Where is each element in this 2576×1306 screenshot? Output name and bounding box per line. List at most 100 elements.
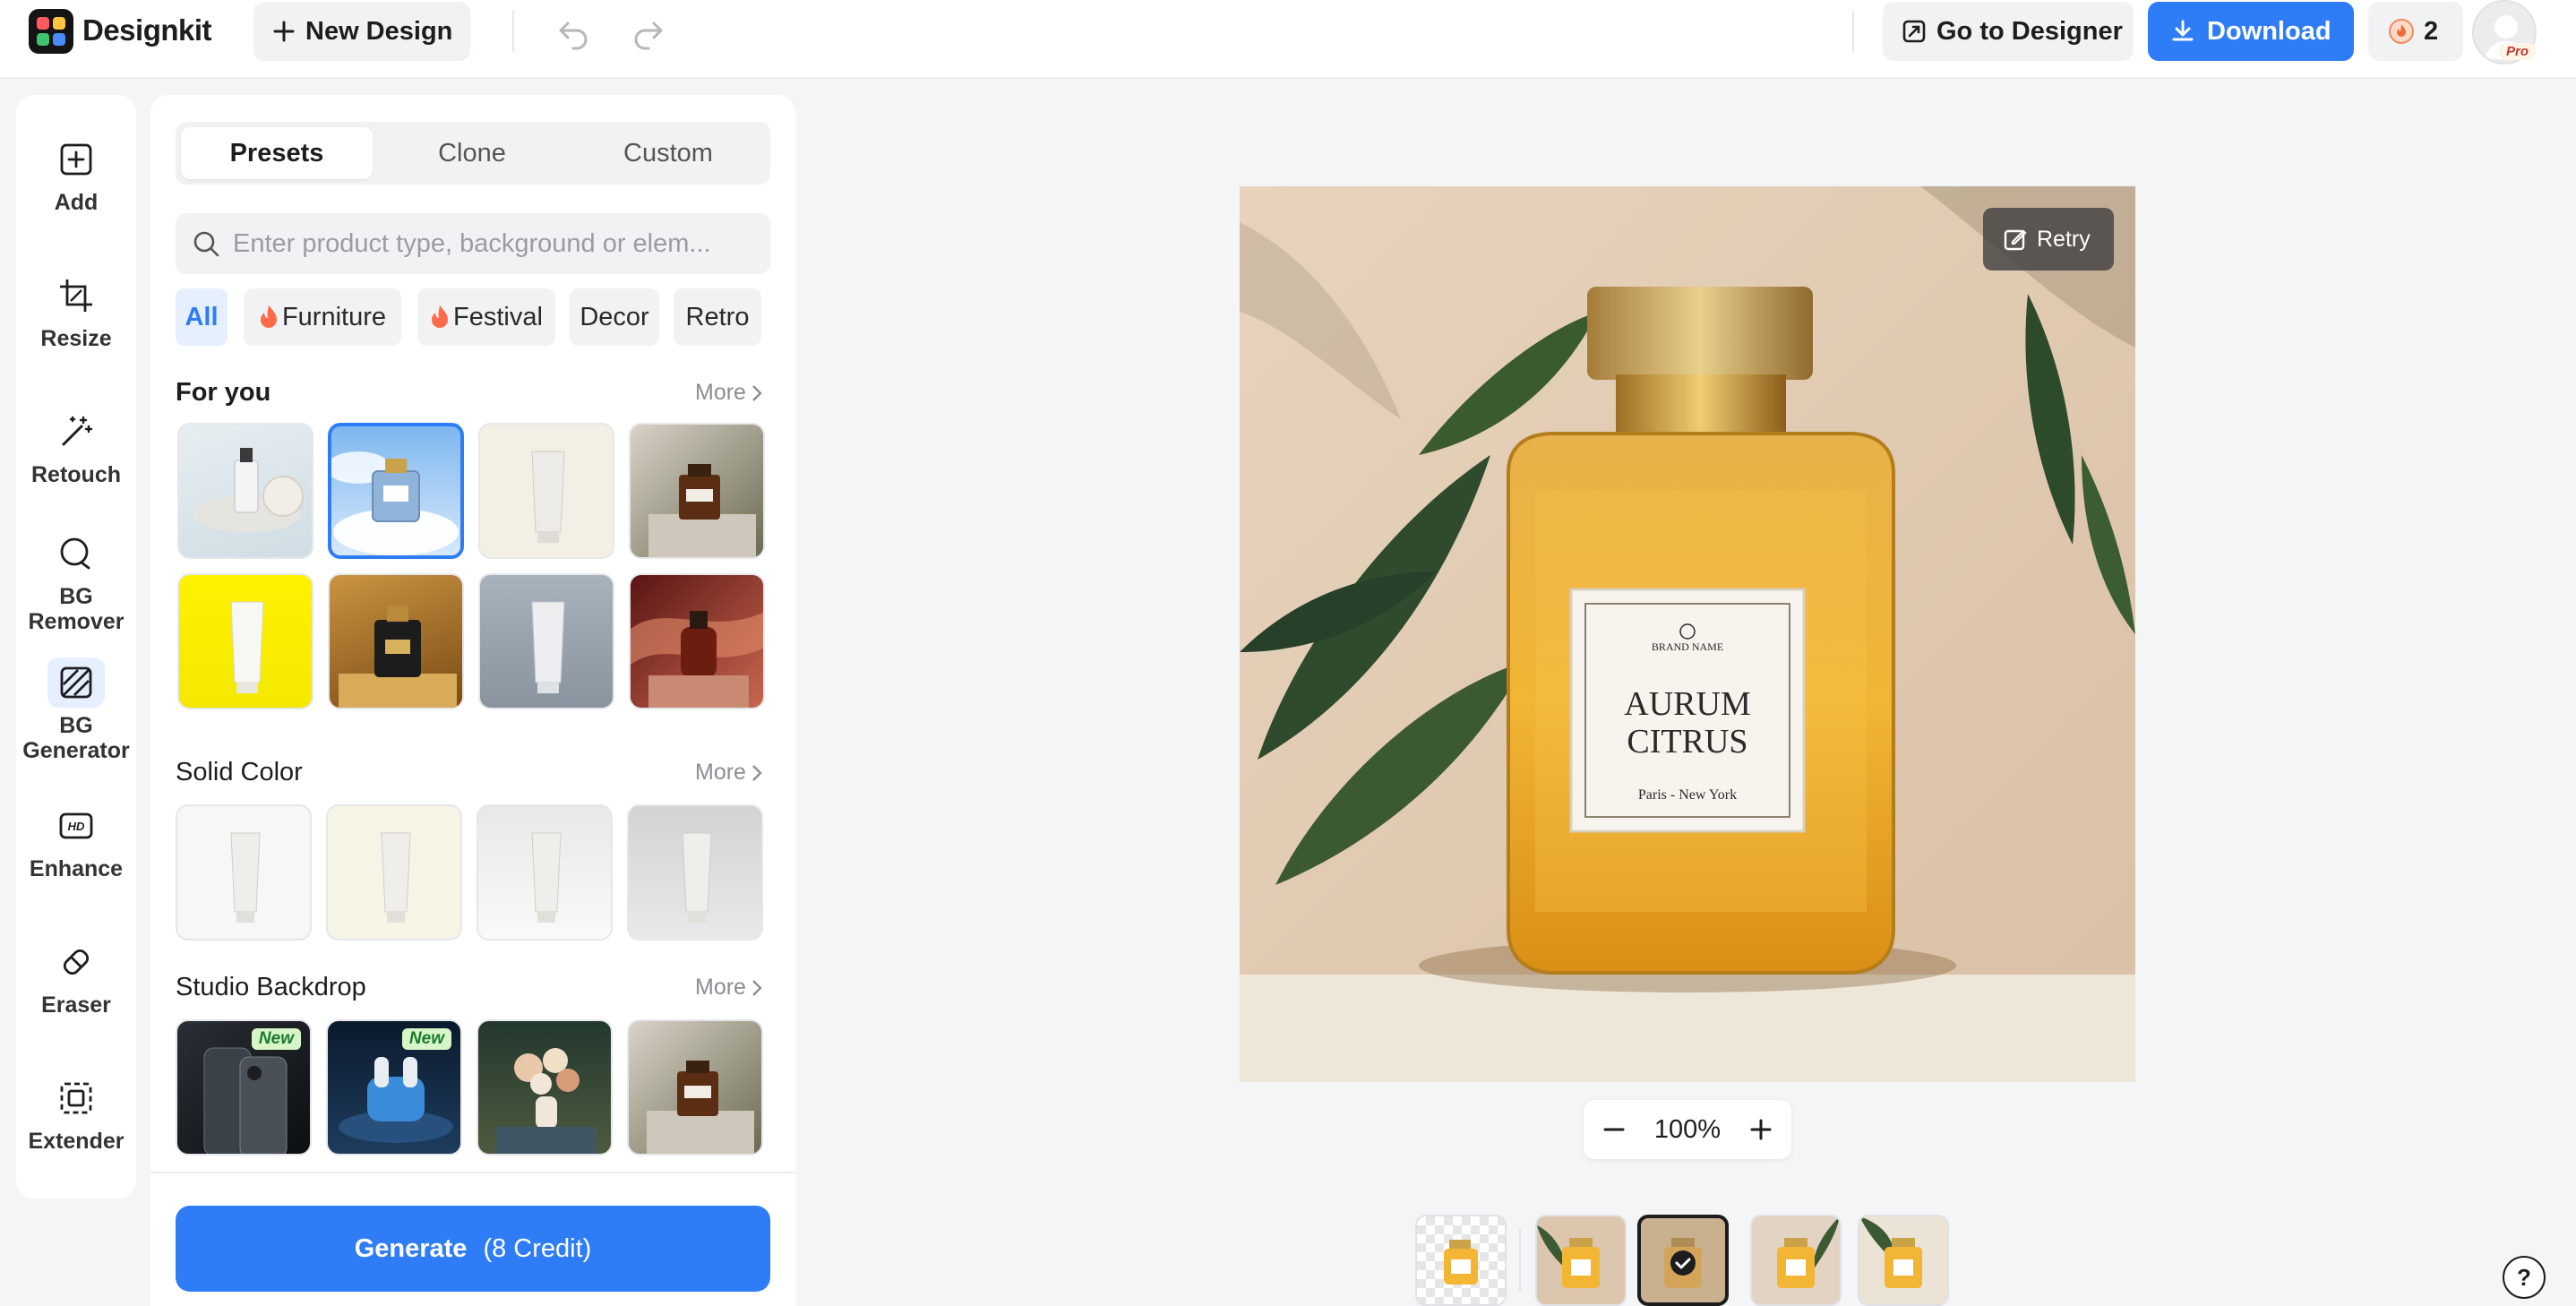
redo-icon[interactable] — [631, 14, 666, 50]
preset-thumbnail[interactable] — [478, 423, 614, 559]
preset-thumbnail[interactable]: New — [176, 1019, 312, 1156]
more-link-for-you[interactable]: More — [695, 380, 762, 406]
preset-thumbnail-selected[interactable] — [328, 423, 464, 559]
new-design-label: New Design — [305, 16, 453, 46]
preset-thumbnail[interactable] — [326, 804, 462, 941]
preset-thumbnail[interactable] — [627, 1019, 763, 1156]
go-to-designer-button[interactable]: Go to Designer — [1883, 2, 2134, 61]
chip-label: All — [185, 302, 219, 331]
chip-label: Decor — [580, 302, 649, 331]
more-label: More — [695, 975, 746, 1000]
add-icon — [47, 134, 105, 185]
label-title-line-2: CITRUS — [1627, 723, 1747, 760]
divider — [1519, 1229, 1521, 1292]
more-link-studio-backdrop[interactable]: More — [695, 975, 762, 1001]
undo-icon[interactable] — [555, 14, 591, 50]
fire-icon — [430, 305, 450, 330]
tool-extender[interactable]: Extender — [16, 1073, 136, 1154]
preset-thumbnail[interactable] — [176, 804, 312, 941]
result-thumbnail-selected[interactable] — [1637, 1215, 1729, 1306]
download-button[interactable]: Download — [2148, 2, 2354, 61]
chip-label: Festival — [453, 302, 543, 331]
preset-thumbnail[interactable] — [629, 573, 765, 709]
result-thumbnail[interactable] — [1750, 1215, 1842, 1306]
new-badge: New — [251, 1028, 301, 1050]
eraser-icon — [47, 937, 105, 987]
preset-thumbnail[interactable] — [177, 423, 313, 559]
search-input[interactable] — [233, 228, 734, 259]
preset-thumbnail[interactable]: New — [326, 1019, 462, 1156]
preset-thumbnail[interactable] — [328, 573, 464, 709]
chip-decor[interactable]: Decor — [570, 288, 659, 346]
tab-presets[interactable]: Presets — [181, 127, 373, 179]
tool-label: Resize — [40, 326, 112, 351]
chevron-right-icon — [751, 979, 762, 997]
chip-all[interactable]: All — [176, 288, 228, 346]
label-title-line-1: AURUM — [1624, 685, 1750, 723]
preset-thumbnail[interactable] — [478, 573, 614, 709]
tool-label: BG Generator — [22, 713, 130, 763]
fire-icon — [259, 305, 279, 330]
bg-remover-icon — [47, 528, 105, 579]
tool-label: Retouch — [31, 462, 121, 487]
coin-icon — [2388, 18, 2415, 45]
new-badge: New — [401, 1028, 451, 1050]
chip-festival[interactable]: Festival — [417, 288, 555, 346]
tool-resize[interactable]: Resize — [16, 271, 136, 351]
more-label: More — [695, 760, 746, 785]
tool-rail: Add Resize Retouch BG Remover BG Generat… — [16, 95, 136, 1199]
tab-clone[interactable]: Clone — [376, 127, 568, 179]
hd-icon: HD — [47, 801, 105, 851]
zoom-in-icon[interactable] — [1748, 1117, 1773, 1142]
chip-label: Furniture — [281, 302, 387, 331]
retry-button[interactable]: Retry — [1983, 208, 2114, 271]
edit-icon — [2003, 227, 2028, 252]
result-thumbnail[interactable] — [1858, 1215, 1949, 1306]
canvas-image[interactable]: BRAND NAME AURUM CITRUS Paris - New York — [1240, 186, 2135, 1082]
tool-enhance[interactable]: HD Enhance — [16, 801, 136, 881]
divider — [512, 11, 514, 52]
chevron-right-icon — [751, 764, 762, 782]
generate-credit: (8 Credit) — [483, 1233, 592, 1263]
result-thumbnail[interactable] — [1535, 1215, 1627, 1306]
preset-thumbnail[interactable] — [477, 1019, 613, 1156]
crop-icon — [47, 271, 105, 321]
generate-label: Generate — [354, 1233, 468, 1263]
divider — [150, 1172, 795, 1173]
svg-text:HD: HD — [68, 820, 85, 833]
label-brand-text: BRAND NAME — [1652, 640, 1723, 653]
preset-thumbnail[interactable] — [629, 423, 765, 559]
designkit-logo[interactable] — [29, 9, 73, 54]
chip-label: Retro — [685, 302, 750, 331]
tool-bg-remover[interactable]: BG Remover — [16, 528, 136, 634]
credits-balance[interactable]: 2 — [2368, 2, 2463, 61]
chip-furniture[interactable]: Furniture — [244, 288, 401, 346]
tool-eraser[interactable]: Eraser — [16, 937, 136, 1018]
mode-tabs: Presets Clone Custom — [176, 122, 770, 185]
extender-icon — [47, 1073, 105, 1123]
plus-icon — [271, 19, 296, 44]
help-icon[interactable]: ? — [2503, 1256, 2546, 1299]
original-thumbnail[interactable] — [1415, 1215, 1507, 1306]
more-label: More — [695, 380, 746, 405]
zoom-level: 100% — [1653, 1114, 1722, 1144]
zoom-out-icon[interactable] — [1601, 1117, 1627, 1142]
more-link-solid-color[interactable]: More — [695, 760, 762, 786]
new-design-button[interactable]: New Design — [253, 2, 470, 61]
preset-thumbnail[interactable] — [627, 804, 763, 941]
generate-button[interactable]: Generate (8 Credit) — [176, 1206, 770, 1292]
section-title-studio-backdrop: Studio Backdrop — [176, 973, 366, 1001]
divider — [1852, 11, 1854, 52]
tab-custom[interactable]: Custom — [571, 127, 765, 179]
tool-add[interactable]: Add — [16, 134, 136, 215]
tool-bg-generator[interactable]: BG Generator — [16, 657, 136, 763]
chip-retro[interactable]: Retro — [674, 288, 761, 346]
section-title-for-you: For you — [176, 378, 271, 407]
search-box[interactable] — [176, 213, 770, 274]
chevron-right-icon — [751, 384, 762, 402]
preset-thumbnail[interactable] — [477, 804, 613, 941]
tool-retouch[interactable]: Retouch — [16, 407, 136, 487]
tool-label: BG Remover — [28, 584, 125, 634]
magic-wand-icon — [47, 407, 105, 457]
preset-thumbnail[interactable] — [177, 573, 313, 709]
